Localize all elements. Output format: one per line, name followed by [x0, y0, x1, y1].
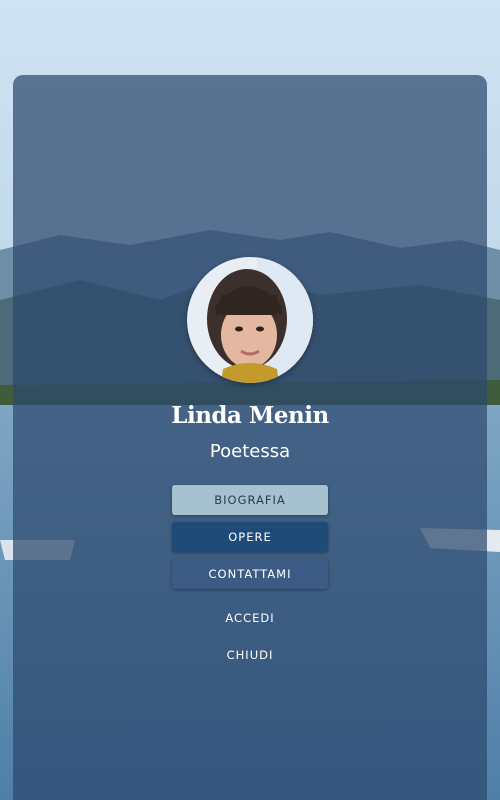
menu-overlay-panel: [13, 75, 487, 800]
menu-button-opere[interactable]: OPERE: [172, 522, 328, 552]
profile-name: Linda Menin: [171, 402, 329, 429]
menu-link-accedi[interactable]: ACCEDI: [172, 603, 328, 633]
profile-avatar: [187, 257, 313, 383]
menu-link-chiudi[interactable]: CHIUDI: [172, 640, 328, 670]
menu-button-contattami[interactable]: CONTATTAMI: [172, 559, 328, 589]
profile-role: Poetessa: [209, 441, 291, 462]
menu-button-biografia[interactable]: BIOGRAFIA: [172, 485, 328, 515]
